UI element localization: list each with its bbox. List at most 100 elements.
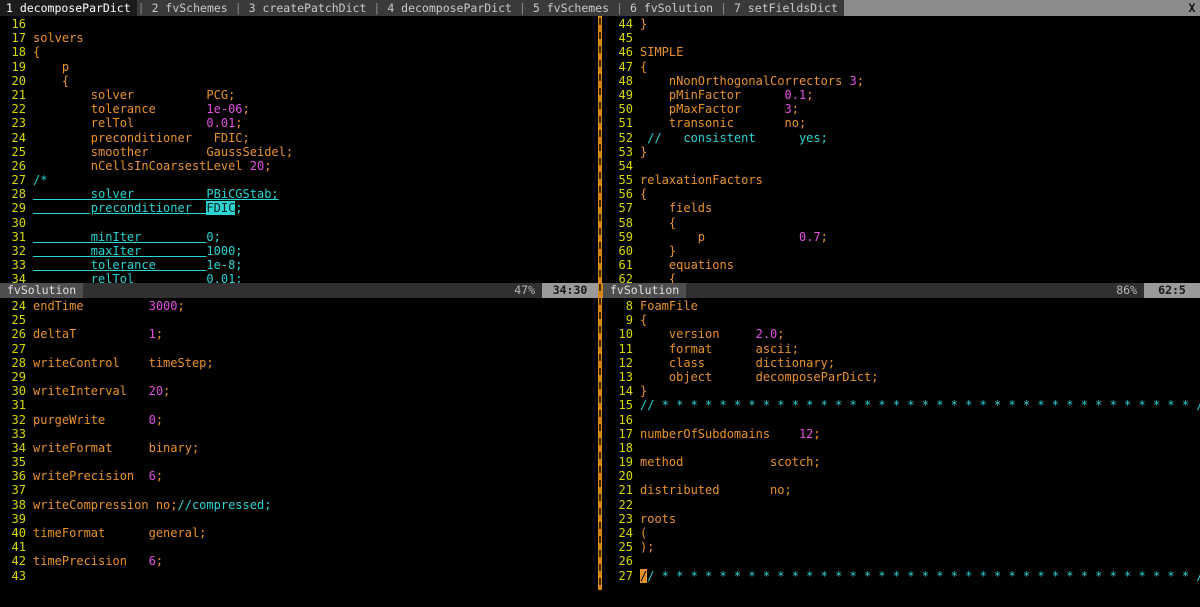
- code-line[interactable]: 37: [2, 483, 598, 497]
- code-line[interactable]: 32 purgeWrite 0;: [2, 413, 598, 427]
- code-line[interactable]: 29 preconditioner FDIC;: [2, 201, 598, 216]
- code-line[interactable]: 28 writeControl timeStep;: [2, 356, 598, 370]
- code-line[interactable]: 39: [2, 512, 598, 526]
- code-line[interactable]: 25 smoother GaussSeidel;: [2, 145, 598, 159]
- code-line[interactable]: 30: [2, 216, 598, 230]
- code-line[interactable]: 41: [2, 540, 598, 554]
- code-line[interactable]: 25: [2, 313, 598, 327]
- code-line[interactable]: 49 pMinFactor 0.1;: [609, 88, 1200, 102]
- code-line[interactable]: 61 equations: [609, 258, 1200, 272]
- code-line[interactable]: 40 timeFormat general;: [2, 526, 598, 540]
- code-line[interactable]: 24 (: [609, 526, 1200, 540]
- code-line[interactable]: 26 nCellsInCoarsestLevel 20;: [2, 159, 598, 173]
- code-line[interactable]: 24 endTime 3000;: [2, 299, 598, 313]
- code-line[interactable]: 18: [609, 441, 1200, 455]
- code-line[interactable]: 43: [2, 569, 598, 583]
- pane-top-right[interactable]: 44} 45 46 SIMPLE 47{48 nNonOrthogonalCorrect…: [600, 16, 1200, 283]
- code-line[interactable]: 22 tolerance 1e-06;: [2, 102, 598, 116]
- code-line[interactable]: 11 format ascii;: [609, 342, 1200, 356]
- code-line[interactable]: 31: [2, 398, 598, 412]
- line-number: 27: [11, 173, 26, 188]
- line-number: 25: [11, 144, 26, 159]
- code-line[interactable]: 54: [609, 159, 1200, 173]
- pane-bottom-right[interactable]: 8 FoamFile 9{10 version 2.0; 11 format asci…: [600, 298, 1200, 590]
- separator-dash: [599, 312, 601, 319]
- pane-top-left[interactable]: 16 17 solvers 18{19 p 20 {21 solver PCG; 22 t…: [0, 16, 598, 283]
- code-line[interactable]: 58 {: [609, 216, 1200, 230]
- code-line[interactable]: 20 {: [2, 74, 598, 88]
- code-line[interactable]: 52 // consistent yes;: [609, 131, 1200, 145]
- vertical-split-separator[interactable]: [598, 16, 602, 590]
- code-line[interactable]: 47 {: [609, 60, 1200, 74]
- code-line[interactable]: 36 writePrecision 6;: [2, 469, 598, 483]
- code-line[interactable]: 34 writeFormat binary;: [2, 441, 598, 455]
- code-line[interactable]: 59 p 0.7;: [609, 230, 1200, 244]
- code-line[interactable]: 50 pMaxFactor 3;: [609, 102, 1200, 116]
- code-line[interactable]: 33: [2, 427, 598, 441]
- code-line[interactable]: 46 SIMPLE: [609, 45, 1200, 59]
- code-line[interactable]: 25);: [609, 540, 1200, 554]
- code-text: 1e-8;: [206, 258, 243, 273]
- code-line[interactable]: 35: [2, 455, 598, 469]
- code-line[interactable]: 21 solver PCG;: [2, 88, 598, 102]
- code-text: {: [640, 59, 648, 74]
- code-text: preconditioner FDIC;: [33, 130, 250, 145]
- tab-1-decomposepardict[interactable]: 1 decomposeParDict: [0, 0, 137, 16]
- code-line[interactable]: 20: [609, 469, 1200, 483]
- code-text: ;: [155, 412, 164, 427]
- code-line[interactable]: 53}: [609, 145, 1200, 159]
- code-line[interactable]: 26 deltaT 1;: [2, 327, 598, 341]
- code-line[interactable]: 18 {: [2, 45, 598, 59]
- code-line[interactable]: 34 relTol 0.01;: [2, 272, 598, 283]
- close-icon[interactable]: X: [1184, 0, 1200, 16]
- code-line[interactable]: 23 relTol 0.01;: [2, 116, 598, 130]
- code-line[interactable]: 13 object decomposeParDict;: [609, 370, 1200, 384]
- tab-6-fvsolution[interactable]: 6 fvSolution: [623, 0, 720, 16]
- code-line[interactable]: 28 solver PBiCGStab;: [2, 187, 598, 201]
- code-line[interactable]: 19 method scotch;: [609, 455, 1200, 469]
- tab-3-createpatchdict[interactable]: 3 createPatchDict: [242, 0, 373, 16]
- tab-5-fvschemes[interactable]: 5 fvSchemes: [526, 0, 616, 16]
- code-line[interactable]: 8 FoamFile: [609, 299, 1200, 313]
- code-line[interactable]: 23 roots: [609, 512, 1200, 526]
- code-line[interactable]: 26: [609, 554, 1200, 568]
- code-line[interactable]: 62 {: [609, 272, 1200, 283]
- code-line[interactable]: 30 writeInterval 20;: [2, 384, 598, 398]
- statusline-spacer: [83, 283, 508, 298]
- code-line[interactable]: 38 writeCompression no;//compressed;: [2, 498, 598, 512]
- code-line[interactable]: 10 version 2.0;: [609, 327, 1200, 341]
- code-line[interactable]: 45: [609, 31, 1200, 45]
- pane-bottom-left[interactable]: 24 endTime 3000; 25 26 deltaT 1; 27 28 writeCon…: [0, 298, 598, 590]
- code-line[interactable]: 16: [609, 413, 1200, 427]
- code-line[interactable]: 19 p: [2, 60, 598, 74]
- code-line[interactable]: 15 // * * * * * * * * * * * * * * * * * *…: [609, 398, 1200, 412]
- code-line[interactable]: 32 maxIter 1000;: [2, 244, 598, 258]
- code-line[interactable]: 56 {: [609, 187, 1200, 201]
- code-line[interactable]: 14}: [609, 384, 1200, 398]
- code-line[interactable]: 27: [2, 342, 598, 356]
- code-line[interactable]: 16: [2, 17, 598, 31]
- code-line[interactable]: 55 relaxationFactors: [609, 173, 1200, 187]
- code-line[interactable]: 33 tolerance 1e-8;: [2, 258, 598, 272]
- line-number: 56: [618, 187, 633, 202]
- code-line[interactable]: 27 /*: [2, 173, 598, 187]
- code-line[interactable]: 57 fields: [609, 201, 1200, 215]
- code-line[interactable]: 42 timePrecision 6;: [2, 554, 598, 568]
- tab-7-setfieldsdict[interactable]: 7 setFieldsDict: [728, 0, 844, 16]
- code-line[interactable]: 22: [609, 498, 1200, 512]
- code-line[interactable]: 27// * * * * * * * * * * * * * * * * * *…: [609, 568, 1200, 583]
- code-line[interactable]: 17 numberOfSubdomains 12;: [609, 427, 1200, 441]
- tab-2-fvschemes[interactable]: 2 fvSchemes: [145, 0, 234, 16]
- code-line[interactable]: 9{: [609, 313, 1200, 327]
- code-line[interactable]: 12 class dictionary;: [609, 356, 1200, 370]
- code-line[interactable]: 48 nNonOrthogonalCorrectors 3;: [609, 74, 1200, 88]
- code-line[interactable]: 29: [2, 370, 598, 384]
- code-line[interactable]: 60 }: [609, 244, 1200, 258]
- code-line[interactable]: 31 minIter 0;: [2, 230, 598, 244]
- code-line[interactable]: 51 transonic no;: [609, 116, 1200, 130]
- code-line[interactable]: 17 solvers: [2, 31, 598, 45]
- code-line[interactable]: 44}: [609, 17, 1200, 31]
- code-line[interactable]: 24 preconditioner FDIC;: [2, 131, 598, 145]
- code-line[interactable]: 21 distributed no;: [609, 483, 1200, 497]
- tab-4-decomposepardict[interactable]: 4 decomposeParDict: [381, 0, 518, 16]
